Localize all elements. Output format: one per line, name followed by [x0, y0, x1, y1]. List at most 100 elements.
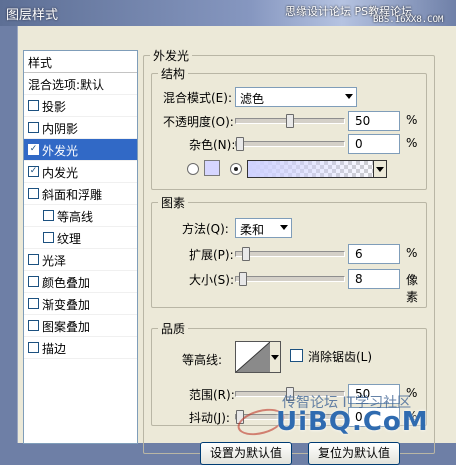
watermark-bottom-url: UiBQ.CoM [276, 407, 429, 437]
style-list-item-label: 内阴影 [42, 122, 79, 136]
antialias-checkbox[interactable] [290, 349, 303, 362]
style-list-item-label: 投影 [42, 100, 67, 114]
blend-mode-select[interactable]: 滤色 [235, 87, 357, 107]
style-list-item-label: 样式 [28, 56, 53, 70]
quality-legend: 品质 [158, 320, 189, 337]
opacity-unit: % [406, 113, 418, 127]
contour-label: 等高线: [182, 353, 223, 367]
style-list-item-label: 混合选项:默认 [28, 78, 105, 92]
structure-legend: 结构 [158, 65, 189, 82]
opacity-slider[interactable] [235, 114, 345, 128]
style-checkbox[interactable]: ✓ [28, 144, 39, 155]
noise-slider[interactable] [235, 137, 345, 151]
style-list-item[interactable]: 描边 [24, 337, 137, 359]
style-list-item-label: 渐变叠加 [42, 298, 91, 312]
style-list-item[interactable]: 光泽 [24, 249, 137, 271]
antialias-label: 消除锯齿(L) [308, 350, 373, 364]
opacity-input[interactable]: 50 [348, 111, 400, 131]
chevron-down-icon [280, 225, 288, 230]
technique-select[interactable]: 柔和 [235, 218, 292, 238]
reset-default-button[interactable]: 复位为默认值 [308, 442, 400, 465]
noise-value: 0 [355, 137, 363, 151]
size-input[interactable]: 8 [348, 269, 400, 289]
style-list-item[interactable]: 内阴影 [24, 117, 137, 139]
elements-group: 图素 方法(Q): 柔和 扩展(P): 6 % 大小(S): 8 像素 [151, 194, 427, 308]
noise-input[interactable]: 0 [348, 134, 400, 154]
style-list-item[interactable]: 投影 [24, 95, 137, 117]
opacity-label: 不透明度(O): [163, 115, 234, 129]
style-checkbox[interactable] [28, 276, 39, 287]
style-list-item[interactable]: ✓ 内发光 [24, 161, 137, 183]
blend-mode-value: 滤色 [240, 92, 265, 106]
style-list-item-label: 颜色叠加 [42, 276, 91, 290]
range-label: 范围(R): [189, 388, 235, 402]
style-checkbox[interactable] [43, 232, 54, 243]
watermark-top-text-1: 思缘设计论坛 [285, 5, 351, 18]
size-slider[interactable] [235, 272, 345, 286]
noise-slider-knob[interactable] [236, 137, 244, 151]
spread-value: 6 [355, 247, 363, 261]
window-title: 图层样式 [6, 8, 59, 23]
style-list-item-label: 斜面和浮雕 [42, 188, 103, 202]
style-checkbox[interactable] [28, 320, 39, 331]
style-list-item[interactable]: 颜色叠加 [24, 271, 137, 293]
jitter-label: 抖动(J): [189, 411, 230, 425]
watermark-top-url: BBS.16XX8.COM [373, 15, 444, 25]
style-list-item[interactable]: 纹理 [24, 227, 137, 249]
style-list-item[interactable]: 渐变叠加 [24, 293, 137, 315]
style-list: 样式 混合选项:默认 投影 内阴影 ✓ 外发光 ✓ 内发光 斜面和浮雕 等高线 纹理 光泽 颜色叠加 渐变… [23, 50, 138, 444]
spread-label: 扩展(P): [189, 248, 234, 262]
style-list-item-label: 等高线 [57, 210, 94, 224]
title-bar[interactable]: 图层样式 思缘设计论坛 PS教程论坛 BBS.16XX8.COM [0, 0, 456, 26]
style-checkbox[interactable] [28, 122, 39, 133]
spread-slider-knob[interactable] [242, 247, 250, 261]
panel-title: 外发光 [150, 47, 193, 64]
chevron-down-icon [345, 94, 353, 99]
style-list-item-label: 光泽 [42, 254, 67, 268]
gradient-picker[interactable] [247, 160, 387, 178]
style-checkbox[interactable] [43, 210, 54, 221]
style-list-item-label: 外发光 [42, 144, 79, 158]
style-checkbox[interactable] [28, 100, 39, 111]
technique-value: 柔和 [240, 223, 265, 237]
spread-input[interactable]: 6 [348, 244, 400, 264]
style-checkbox[interactable] [28, 254, 39, 265]
style-list-item[interactable]: 图案叠加 [24, 315, 137, 337]
style-list-item[interactable]: ✓ 外发光 [24, 139, 137, 161]
size-value: 8 [355, 272, 363, 286]
glow-color-swatch[interactable] [204, 160, 220, 176]
contour-dropdown-button[interactable] [270, 341, 281, 373]
size-label: 大小(S): [189, 273, 235, 287]
gradient-radio[interactable] [230, 163, 242, 175]
elements-legend: 图素 [158, 194, 189, 211]
contour-curve-icon [236, 342, 270, 372]
spread-slider[interactable] [235, 247, 345, 261]
style-list-item[interactable]: 混合选项:默认 [24, 73, 137, 95]
structure-group: 结构 混合模式(E): 滤色 不透明度(O): 50 % 杂色(N): 0 % [151, 65, 427, 190]
technique-label: 方法(Q): [182, 222, 229, 236]
style-list-item[interactable]: 样式 [24, 51, 137, 73]
style-list-item-label: 纹理 [57, 232, 82, 246]
solid-color-radio[interactable] [187, 163, 199, 175]
style-list-item-label: 图案叠加 [42, 320, 91, 334]
style-checkbox[interactable] [28, 298, 39, 309]
size-slider-knob[interactable] [239, 272, 247, 286]
dialog-body: 样式 混合选项:默认 投影 内阴影 ✓ 外发光 ✓ 内发光 斜面和浮雕 等高线 纹理 光泽 颜色叠加 渐变… [17, 26, 456, 465]
style-checkbox[interactable]: ✓ [28, 166, 39, 177]
noise-label: 杂色(N): [189, 138, 236, 152]
opacity-slider-knob[interactable] [286, 114, 294, 128]
style-checkbox[interactable] [28, 342, 39, 353]
noise-unit: % [406, 136, 418, 150]
gradient-dropdown-button[interactable] [373, 161, 386, 177]
size-unit: 像素 [406, 273, 419, 304]
style-checkbox[interactable] [28, 188, 39, 199]
spread-unit: % [406, 246, 418, 260]
contour-preview[interactable] [235, 341, 271, 373]
opacity-value: 50 [355, 114, 371, 128]
style-list-item[interactable]: 等高线 [24, 205, 137, 227]
make-default-button[interactable]: 设置为默认值 [200, 442, 292, 465]
style-list-item[interactable]: 斜面和浮雕 [24, 183, 137, 205]
style-list-item-label: 内发光 [42, 166, 79, 180]
blend-mode-label: 混合模式(E): [163, 91, 232, 105]
style-list-item-label: 描边 [42, 342, 67, 356]
